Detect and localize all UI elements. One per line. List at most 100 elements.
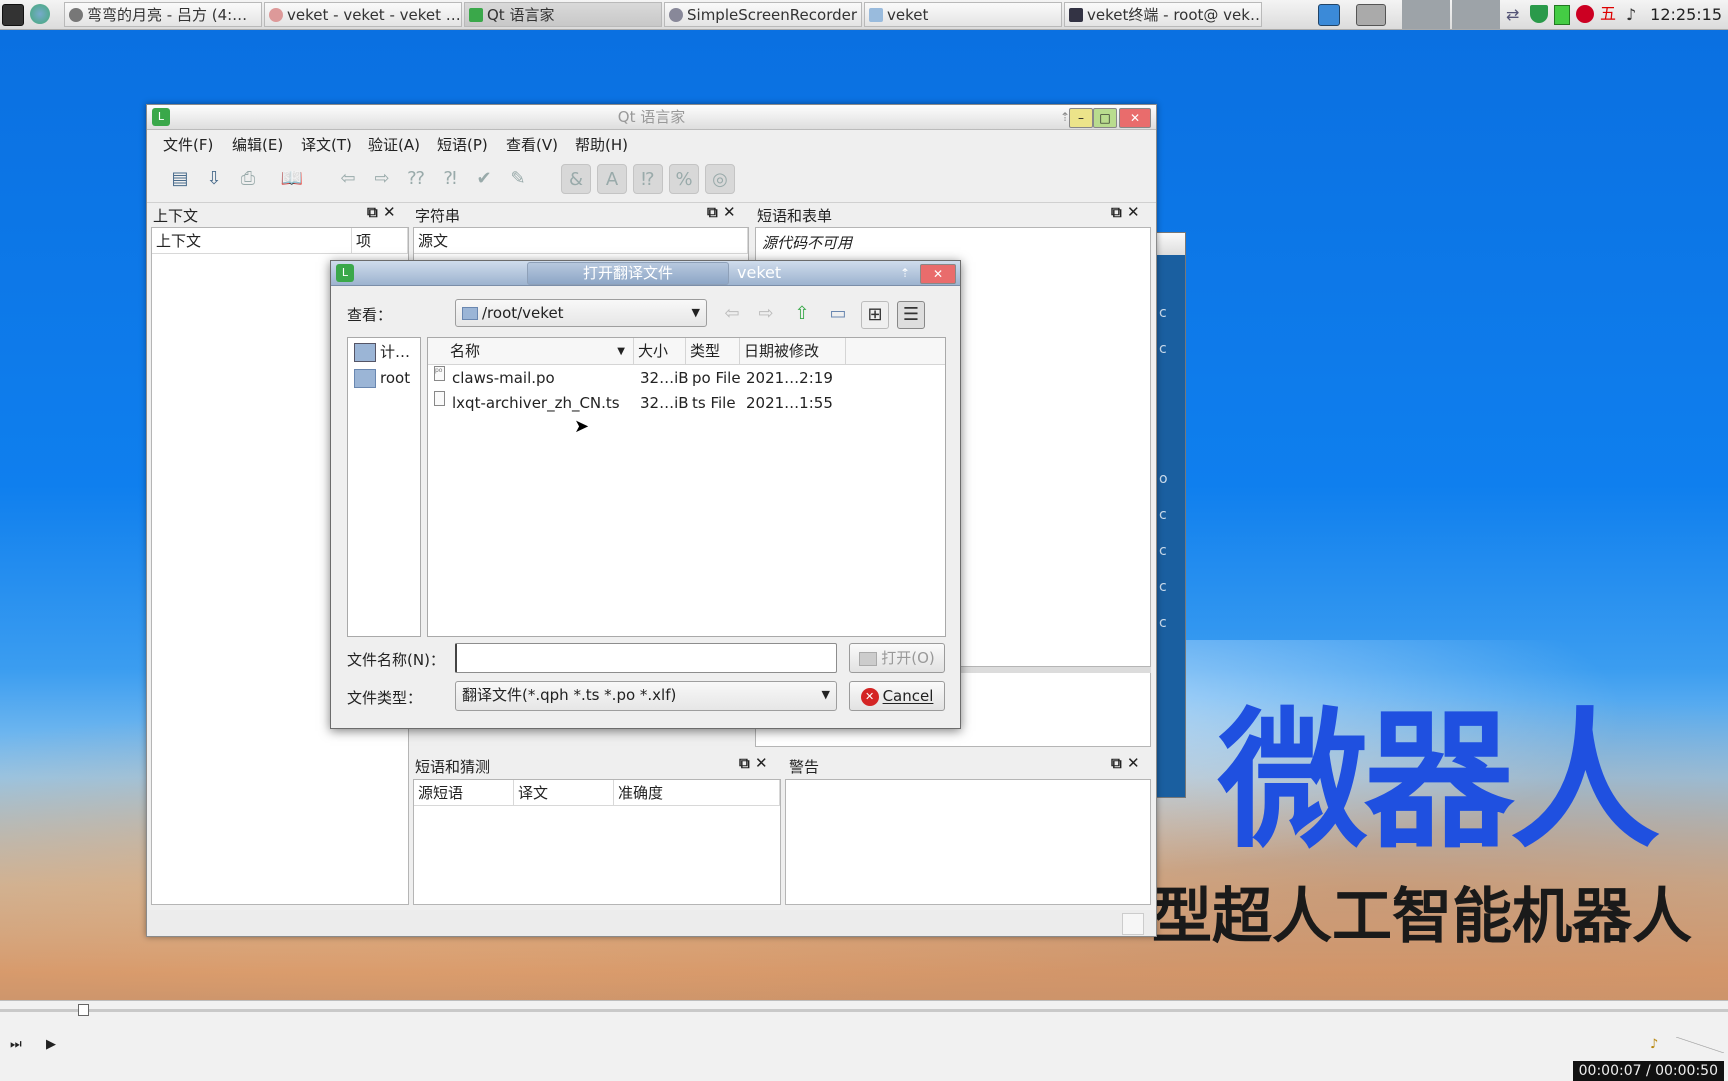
minimize-button[interactable]: –	[1069, 108, 1093, 128]
ime-indicator[interactable]: 五	[1600, 5, 1618, 23]
volume-slider[interactable]	[1676, 1037, 1724, 1053]
menu-translation[interactable]: 译文(T)	[301, 134, 352, 155]
cancel-button[interactable]: ✕ Cancel	[849, 681, 945, 711]
placeholder-icon[interactable]: %	[669, 164, 699, 194]
main-toolbar: ▤ ⇩ ⎙ 📖 ⇦ ⇨ ⁇ ⁈ ✔ ✎ & A ⁉ % ◎	[147, 158, 1156, 203]
status-bar	[147, 910, 1156, 936]
sidebar-item-root[interactable]: root	[352, 366, 410, 390]
file-type: ts File	[692, 394, 736, 412]
close-icon[interactable]: ✕	[1127, 203, 1140, 221]
translation-header[interactable]: 译文	[514, 780, 614, 806]
file-date: 2021…2:19	[746, 369, 833, 387]
task-label: veket终端 - root@ vek…	[1087, 6, 1262, 24]
surrounding-ws-icon[interactable]: ◎	[705, 164, 735, 194]
next-icon[interactable]: ⇨	[367, 164, 397, 194]
task-browser[interactable]: veket - veket - veket …	[264, 2, 462, 27]
prev-unfinished-icon[interactable]: ⁇	[401, 164, 431, 194]
seek-bar[interactable]	[0, 1009, 1728, 1012]
close-button[interactable]: ✕	[1119, 108, 1151, 128]
punctuation-icon[interactable]: A	[597, 164, 627, 194]
print-icon[interactable]: ⎙	[233, 164, 263, 194]
size-column-header[interactable]: 大小	[634, 338, 686, 365]
name-column-header[interactable]: 名称 ▼	[428, 338, 634, 365]
desktop-switch-icon[interactable]	[1318, 4, 1340, 26]
items-column-header[interactable]: 项	[352, 228, 408, 254]
filetype-combo[interactable]: 翻译文件(*.qph *.ts *.po *.xlf) ▼	[455, 681, 837, 711]
date-column-header[interactable]: 日期被修改	[740, 338, 846, 365]
menu-validation[interactable]: 验证(A)	[368, 134, 420, 155]
context-column-header[interactable]: 上下文	[152, 228, 352, 254]
look-in-combo[interactable]: /root/veket ▼	[455, 299, 707, 327]
list-view-icon[interactable]: ⊞	[861, 301, 889, 329]
play-icon[interactable]: ▶	[46, 1037, 56, 1052]
menu-edit[interactable]: 编辑(E)	[232, 134, 283, 155]
shield-icon[interactable]	[1530, 5, 1548, 23]
source-phrase-header[interactable]: 源短语	[414, 780, 514, 806]
sidebar-item-computer[interactable]: 计…	[352, 340, 410, 364]
next-unfinished-icon[interactable]: ⁈	[435, 164, 465, 194]
task-terminal[interactable]: veket终端 - root@ vek…	[1064, 2, 1262, 27]
type-column-header[interactable]: 类型	[686, 338, 740, 365]
cancel-icon: ✕	[860, 687, 879, 706]
skip-forward-icon[interactable]: ⏭	[10, 1037, 22, 1052]
close-icon[interactable]: ✕	[723, 203, 736, 221]
forward-icon[interactable]: ⇨	[753, 301, 779, 327]
record-tray-icon[interactable]	[1576, 5, 1594, 23]
float-icon[interactable]: ⧉	[1111, 754, 1122, 772]
volume-icon[interactable]: ♪	[1626, 5, 1644, 24]
file-list[interactable]: 名称 ▼ 大小 类型 日期被修改 po claws-mail.po 32…iB p…	[427, 337, 946, 637]
volume-icon[interactable]: ♪	[1650, 1037, 1658, 1052]
battery-icon[interactable]	[1554, 5, 1570, 25]
accuracy-header[interactable]: 准确度	[614, 780, 780, 806]
float-icon[interactable]: ⧉	[1111, 203, 1122, 221]
workspace-3[interactable]	[1452, 0, 1500, 29]
close-icon[interactable]: ✕	[755, 754, 768, 772]
behind-letter: c	[1159, 615, 1167, 631]
detail-view-icon[interactable]: ☰	[897, 301, 925, 329]
terminal-icon[interactable]	[2, 4, 24, 26]
phrasebook-icon[interactable]: 📖	[277, 164, 307, 194]
folder-icon	[869, 8, 883, 22]
seek-handle[interactable]	[78, 1004, 89, 1016]
float-icon[interactable]: ⧉	[707, 203, 718, 221]
close-button[interactable]: ✕	[920, 264, 956, 284]
save-icon[interactable]: ⇩	[199, 164, 229, 194]
close-icon[interactable]: ✕	[383, 203, 396, 221]
source-column-header[interactable]: 源文	[414, 228, 748, 254]
pin-icon[interactable]: ⇡	[898, 264, 912, 282]
accelerators-icon[interactable]: &	[561, 164, 591, 194]
network-icon[interactable]: ⇄	[1506, 5, 1524, 24]
maximize-button[interactable]: □	[1093, 108, 1117, 128]
task-music-player[interactable]: 弯弯的月亮 - 吕方 (4:…	[64, 2, 262, 27]
file-row[interactable]: lxqt-archiver_zh_CN.ts 32…iB ts File 202…	[428, 391, 945, 415]
back-icon[interactable]: ⇦	[719, 301, 745, 327]
float-icon[interactable]: ⧉	[739, 754, 750, 772]
behind-letter: c	[1159, 507, 1167, 523]
task-file-manager[interactable]: veket	[864, 2, 1062, 27]
filetype-label: 文件类型：	[347, 689, 423, 707]
new-folder-icon[interactable]: ▭	[825, 301, 851, 327]
close-icon[interactable]: ✕	[1127, 754, 1140, 772]
open-icon[interactable]: ▤	[165, 164, 195, 194]
filename-input[interactable]	[455, 643, 837, 673]
previous-icon[interactable]: ⇦	[333, 164, 363, 194]
task-qt-linguist[interactable]: Qt 语言家	[464, 2, 662, 27]
task-screen-recorder[interactable]: SimpleScreenRecorder	[664, 2, 862, 27]
ts-file-icon	[434, 391, 445, 406]
guess-list[interactable]: 源短语 译文 准确度	[413, 779, 781, 905]
float-icon[interactable]: ⧉	[367, 203, 378, 221]
parent-dir-icon[interactable]: ⇧	[789, 301, 815, 327]
menu-phrases[interactable]: 短语(P)	[437, 134, 488, 155]
globe-icon[interactable]	[30, 4, 50, 24]
warnings-panel-buttons: ⧉ ✕	[1111, 754, 1140, 772]
workspace-1[interactable]	[1356, 4, 1386, 26]
done-next-icon[interactable]: ✎	[503, 164, 533, 194]
menu-view[interactable]: 查看(V)	[506, 134, 558, 155]
file-row[interactable]: po claws-mail.po 32…iB po File 2021…2:19	[428, 366, 945, 390]
open-button[interactable]: 打开(O)	[849, 643, 945, 673]
phrase-match-icon[interactable]: ⁉	[633, 164, 663, 194]
done-icon[interactable]: ✔	[469, 164, 499, 194]
menu-help[interactable]: 帮助(H)	[575, 134, 628, 155]
menu-file[interactable]: 文件(F)	[163, 134, 213, 155]
workspace-2[interactable]	[1402, 0, 1450, 29]
